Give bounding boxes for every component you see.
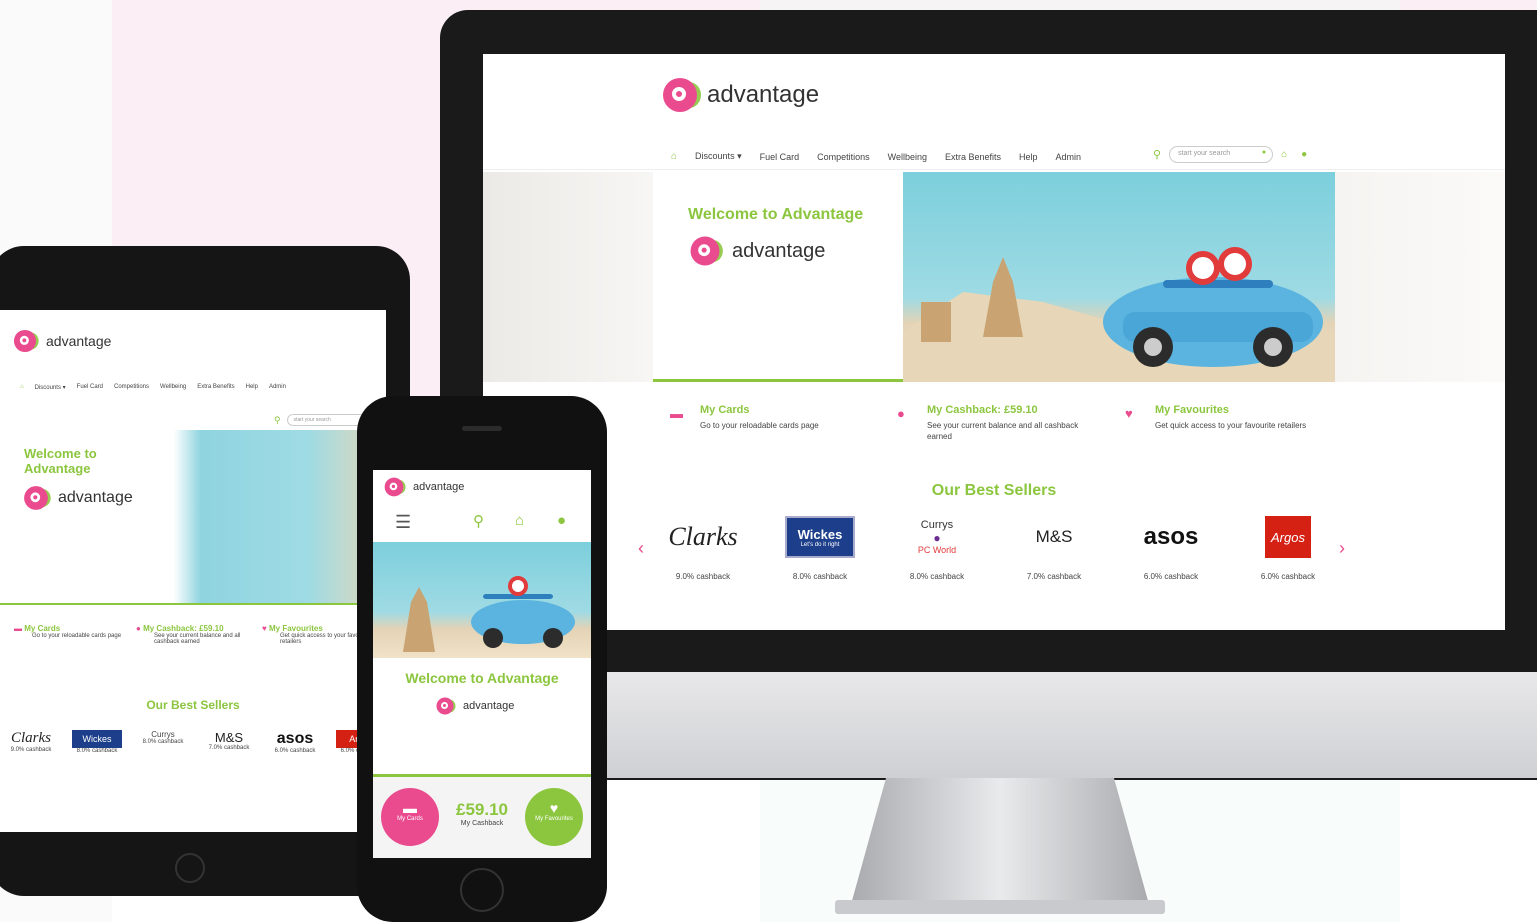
card-icon: ▬ bbox=[670, 406, 683, 421]
search-go-icon[interactable]: ● bbox=[1262, 149, 1266, 156]
user-icon[interactable]: ● bbox=[557, 512, 566, 529]
phone-my-favourites-button[interactable]: ♥ My Favourites bbox=[525, 788, 583, 846]
hero-image[interactable] bbox=[903, 172, 1336, 382]
phone-cashback[interactable]: £59.10 My Cashback bbox=[445, 800, 519, 827]
brand-card-clarks[interactable]: Clarks 9.0% cashback bbox=[653, 516, 753, 581]
tablet-hero-title: Welcome to Advantage bbox=[24, 446, 97, 476]
currys-logo-icon: ● bbox=[933, 531, 941, 545]
advantage-logo-icon bbox=[436, 697, 456, 715]
quick-link-my-cards[interactable]: ▬ My Cards Go to your reloadable cards p… bbox=[670, 404, 920, 431]
brand-card-argos[interactable]: Argos 6.0% cashback bbox=[1238, 516, 1338, 581]
logo-text: advantage bbox=[707, 81, 820, 108]
heart-icon: ♥ bbox=[1125, 406, 1133, 421]
nav-item-fuel-card[interactable]: Fuel Card bbox=[760, 152, 800, 162]
tablet-best-sellers-title: Our Best Sellers bbox=[146, 698, 240, 712]
tablet-hero-logo: advantage bbox=[24, 486, 133, 510]
tablet-quick-link-favourites[interactable]: ♥ My Favourites Get quick access to your… bbox=[262, 624, 372, 645]
header-tools: ⚲ start your search ● ⌂ ● bbox=[1153, 146, 1307, 163]
tablet-home-button[interactable] bbox=[175, 853, 205, 883]
tablet-hero-progress bbox=[0, 603, 386, 605]
tablet-brands: Clarks 9.0% cashback Wickes 8.0% cashback … bbox=[0, 730, 386, 754]
search-input[interactable]: start your search bbox=[286, 414, 367, 426]
best-sellers-title: Our Best Sellers bbox=[931, 482, 1057, 499]
nav-item-wellbeing[interactable]: Wellbeing bbox=[888, 152, 927, 162]
heart-icon: ♥ bbox=[262, 624, 267, 633]
advantage-logo-icon bbox=[24, 486, 51, 510]
site-logo[interactable]: advantage bbox=[663, 78, 819, 112]
piggy-bank-icon: ● bbox=[136, 624, 141, 633]
brand-card-ms[interactable]: M&S 7.0% cashback bbox=[1004, 516, 1104, 581]
home-icon[interactable]: ⌂ bbox=[671, 151, 677, 162]
user-icon[interactable]: ● bbox=[1301, 149, 1307, 160]
beach-car-illustration bbox=[403, 576, 575, 652]
tablet-logo[interactable]: advantage bbox=[13, 329, 111, 353]
nav-item-extra-benefits[interactable]: Extra Benefits bbox=[945, 152, 1001, 162]
tablet-brand-asos[interactable]: asos 6.0% cashback bbox=[270, 730, 320, 754]
hero-title: Welcome to Advantage bbox=[688, 206, 864, 223]
monitor-stand-base bbox=[835, 900, 1165, 914]
quick-link-my-favourites[interactable]: ♥ My Favourites Get quick access to your… bbox=[1125, 404, 1375, 431]
tablet-nav: ⌂ Discounts ▾ Fuel Card Competitions Wel… bbox=[20, 384, 286, 391]
advantage-logo-icon bbox=[690, 236, 723, 266]
hamburger-menu-icon[interactable]: ☰ bbox=[395, 512, 411, 533]
phone-logo[interactable]: advantage bbox=[384, 477, 464, 497]
beach-car-illustration bbox=[903, 247, 1336, 382]
piggy-bank-icon: ● bbox=[897, 406, 905, 421]
brand-card-currys[interactable]: Currys ● PC World 8.0% cashback bbox=[887, 516, 987, 581]
home-icon[interactable]: ⌂ bbox=[20, 384, 24, 391]
hero-slide-previous bbox=[483, 172, 653, 382]
nav-item-competitions[interactable]: Competitions bbox=[817, 152, 870, 162]
advantage-logo-icon bbox=[663, 78, 701, 112]
tablet-brand-clarks[interactable]: Clarks 9.0% cashback bbox=[6, 730, 56, 754]
advantage-logo-icon bbox=[13, 329, 39, 353]
heart-icon: ♥ bbox=[549, 800, 559, 816]
phone-hero-title: Welcome to Advantage bbox=[405, 670, 559, 686]
advantage-logo-icon bbox=[384, 477, 406, 497]
phone-my-cards-button[interactable]: ▬ My Cards bbox=[381, 788, 439, 846]
quick-link-my-cashback[interactable]: ● My Cashback: £59.10 See your current b… bbox=[897, 404, 1147, 442]
desktop-screen: advantage ⌂ Discounts ▾ Fuel Card Compet… bbox=[483, 54, 1505, 630]
nav-item-help[interactable]: Help bbox=[1019, 152, 1038, 162]
phone-screen: advantage ☰ ⚲ ⌂ ● Welcome to Advantage a… bbox=[373, 470, 591, 858]
hero-slide-next bbox=[1335, 172, 1505, 382]
tablet-screen: advantage ⌂ Discounts ▾ Fuel Card Compet… bbox=[0, 310, 386, 832]
search-input[interactable]: start your search ● bbox=[1169, 146, 1274, 163]
phone-home-button[interactable] bbox=[460, 868, 504, 912]
tablet-brand-currys[interactable]: Currys 8.0% cashback bbox=[138, 730, 188, 754]
nav-item-discounts[interactable]: Discounts ▾ bbox=[695, 151, 742, 162]
phone-hero-logo: advantage bbox=[436, 697, 514, 715]
hero-text-panel bbox=[653, 172, 913, 382]
basket-icon[interactable]: ⌂ bbox=[515, 512, 524, 529]
tablet-quick-link-cards[interactable]: ▬ My Cards Go to your reloadable cards p… bbox=[14, 624, 124, 639]
tablet-brand-wickes[interactable]: Wickes 8.0% cashback bbox=[72, 730, 122, 754]
brand-card-wickes[interactable]: Wickes Let's do it right 8.0% cashback bbox=[770, 516, 870, 581]
tablet-brand-ms[interactable]: M&S 7.0% cashback bbox=[204, 730, 254, 754]
phone-speaker bbox=[462, 426, 502, 431]
tablet-search: ⚲ start your search bbox=[274, 414, 367, 426]
nav-item-admin[interactable]: Admin bbox=[1056, 152, 1082, 162]
hero-progress-bar bbox=[653, 379, 903, 382]
brand-card-asos[interactable]: asos 6.0% cashback bbox=[1121, 516, 1221, 581]
search-icon[interactable]: ⚲ bbox=[274, 415, 281, 426]
tablet-quick-link-cashback[interactable]: ● My Cashback: £59.10 See your current b… bbox=[136, 624, 246, 645]
best-sellers-carousel: Clarks 9.0% cashback Wickes Let's do it … bbox=[643, 516, 1343, 586]
card-icon: ▬ bbox=[403, 800, 417, 816]
search-icon[interactable]: ⚲ bbox=[1153, 148, 1161, 161]
main-nav: ⌂ Discounts ▾ Fuel Card Competitions Wel… bbox=[483, 144, 1505, 170]
monitor-stand bbox=[850, 778, 1150, 908]
hero-logo: advantage bbox=[688, 234, 825, 268]
quick-links: ▬ My Cards Go to your reloadable cards p… bbox=[483, 394, 1505, 454]
search-icon[interactable]: ⚲ bbox=[473, 512, 484, 530]
card-icon: ▬ bbox=[14, 624, 22, 633]
basket-icon[interactable]: ⌂ bbox=[1281, 149, 1287, 160]
phone-hero-image[interactable] bbox=[373, 542, 591, 658]
